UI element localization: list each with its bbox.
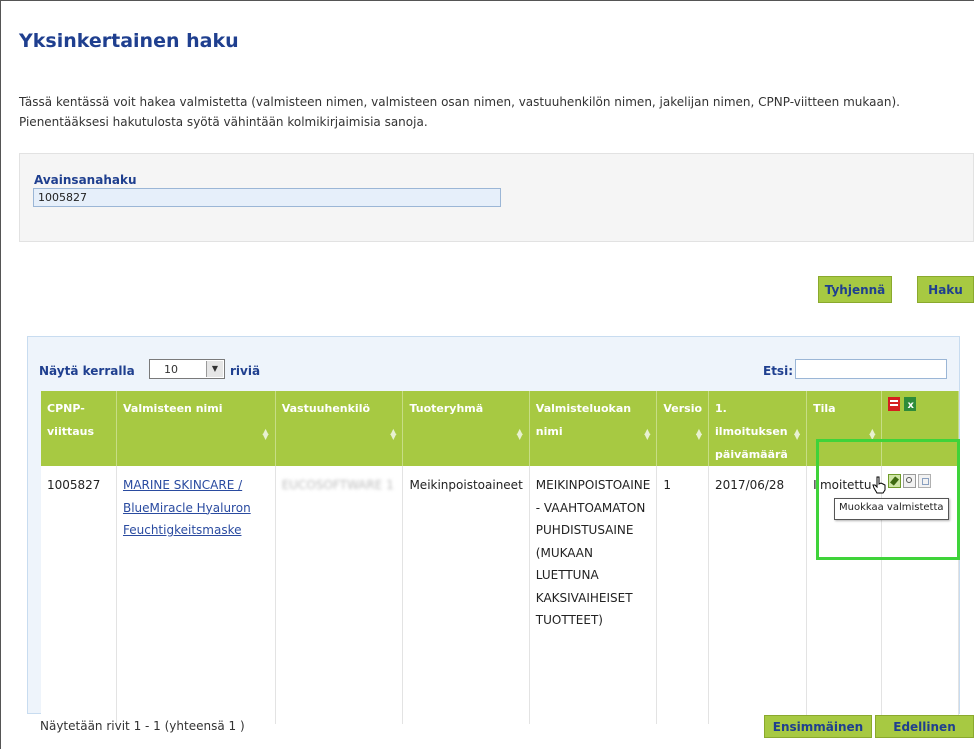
cell-product-group: Meikinpoistoaineet	[402, 466, 530, 724]
column-header-label: CPNP-viittaus	[47, 402, 95, 438]
page-size-label: Näytä kerralla	[39, 364, 135, 378]
keyword-search-input[interactable]	[33, 188, 501, 207]
column-header-label: Valmisteen nimi	[122, 402, 223, 415]
pagination-info: Näytetään rivit 1 - 1 (yhteensä 1 )	[40, 719, 245, 733]
copy-icon[interactable]	[918, 474, 932, 488]
sort-icon: ▲ ▼	[869, 427, 876, 441]
hand-cursor-icon	[872, 476, 886, 494]
first-page-button[interactable]: Ensimmäinen	[764, 715, 872, 738]
search-button[interactable]: Haku	[917, 276, 974, 303]
search-panel: Avainsanahaku	[19, 153, 974, 242]
column-header-status[interactable]: Tila ▲ ▼	[806, 391, 883, 466]
sort-icon: ▲ ▼	[695, 427, 703, 441]
keyword-search-label: Avainsanahaku	[34, 173, 137, 187]
responsible-name-redacted: EUCOSOFTWARE 1	[281, 478, 394, 492]
column-header-responsible[interactable]: Vastuuhenkilö ▲ ▼	[275, 391, 404, 466]
tooltip: Muokkaa valmistetta	[834, 498, 949, 520]
cell-product-name: MARINE SKINCARE / BlueMiracle Hyaluron F…	[116, 466, 276, 724]
clear-button[interactable]: Tyhjennä	[818, 276, 892, 303]
cell-first-notification-date: 2017/06/28	[708, 466, 808, 724]
excel-icon[interactable]	[904, 394, 917, 417]
column-header-product-group[interactable]: Tuoteryhmä ▲ ▼	[402, 391, 530, 466]
column-header-label: Tuoteryhmä	[409, 402, 484, 415]
table-row: 1005827 MARINE SKINCARE / BlueMiracle Hy…	[41, 466, 959, 724]
previous-page-button[interactable]: Edellinen	[875, 715, 974, 738]
sort-icon: ▲ ▼	[516, 427, 523, 441]
sort-icon: ▲ ▼	[262, 427, 269, 441]
cell-responsible: EUCOSOFTWARE 1	[275, 466, 404, 724]
window-border-left	[0, 0, 1, 749]
edit-icon[interactable]	[888, 474, 902, 488]
column-header-export	[881, 391, 959, 466]
filter-input[interactable]	[795, 359, 947, 379]
column-header-version[interactable]: Versio ▲ ▼	[656, 391, 710, 466]
pdf-icon[interactable]	[888, 397, 901, 411]
table-header-row: CPNP-viittaus Valmisteen nimi ▲ ▼ Vastuuhe…	[41, 391, 959, 466]
page-size-select[interactable]: 10 ▼	[149, 359, 225, 379]
column-header-label: Tila	[813, 402, 836, 415]
column-header-category[interactable]: Valmisteluokan nimi ▲ ▼	[529, 391, 658, 466]
window-border-top	[0, 0, 974, 1]
column-header-label: 1. ilmoituksen päivämäärä	[715, 402, 788, 461]
filter-label: Etsi:	[763, 364, 793, 378]
cell-cpnp: 1005827	[41, 466, 117, 724]
product-name-link[interactable]: MARINE SKINCARE / BlueMiracle Hyaluron F…	[123, 478, 251, 537]
sort-icon: ▲ ▼	[390, 427, 397, 441]
results-table-container: Näytä kerralla 10 ▼ riviä Etsi: CPNP-vii…	[27, 336, 960, 724]
cell-version: 1	[656, 466, 710, 724]
sort-icon: ▲ ▼	[793, 427, 801, 441]
column-header-label: Versio	[663, 402, 703, 415]
rows-label: riviä	[230, 364, 261, 378]
column-header-first-notification-date[interactable]: 1. ilmoituksen päivämäärä ▲ ▼	[708, 391, 808, 466]
column-header-product-name[interactable]: Valmisteen nimi ▲ ▼	[116, 391, 276, 466]
page-size-value: 10	[164, 363, 178, 376]
results-table: CPNP-viittaus Valmisteen nimi ▲ ▼ Vastuuhe…	[41, 391, 959, 724]
view-icon[interactable]	[903, 474, 917, 488]
sort-icon: ▲ ▼	[644, 427, 651, 441]
page-title: Yksinkertainen haku	[19, 30, 239, 52]
column-header-cpnp[interactable]: CPNP-viittaus	[41, 391, 117, 466]
chevron-down-icon[interactable]: ▼	[206, 361, 223, 377]
intro-text: Tässä kentässä voit hakea valmistetta (v…	[19, 95, 900, 129]
column-header-label: Valmisteluokan nimi	[535, 402, 632, 438]
column-header-label: Vastuuhenkilö	[281, 402, 371, 415]
cell-category: MEIKINPOISTOAINE - VAAHTOAMATON PUHDISTU…	[529, 466, 658, 724]
